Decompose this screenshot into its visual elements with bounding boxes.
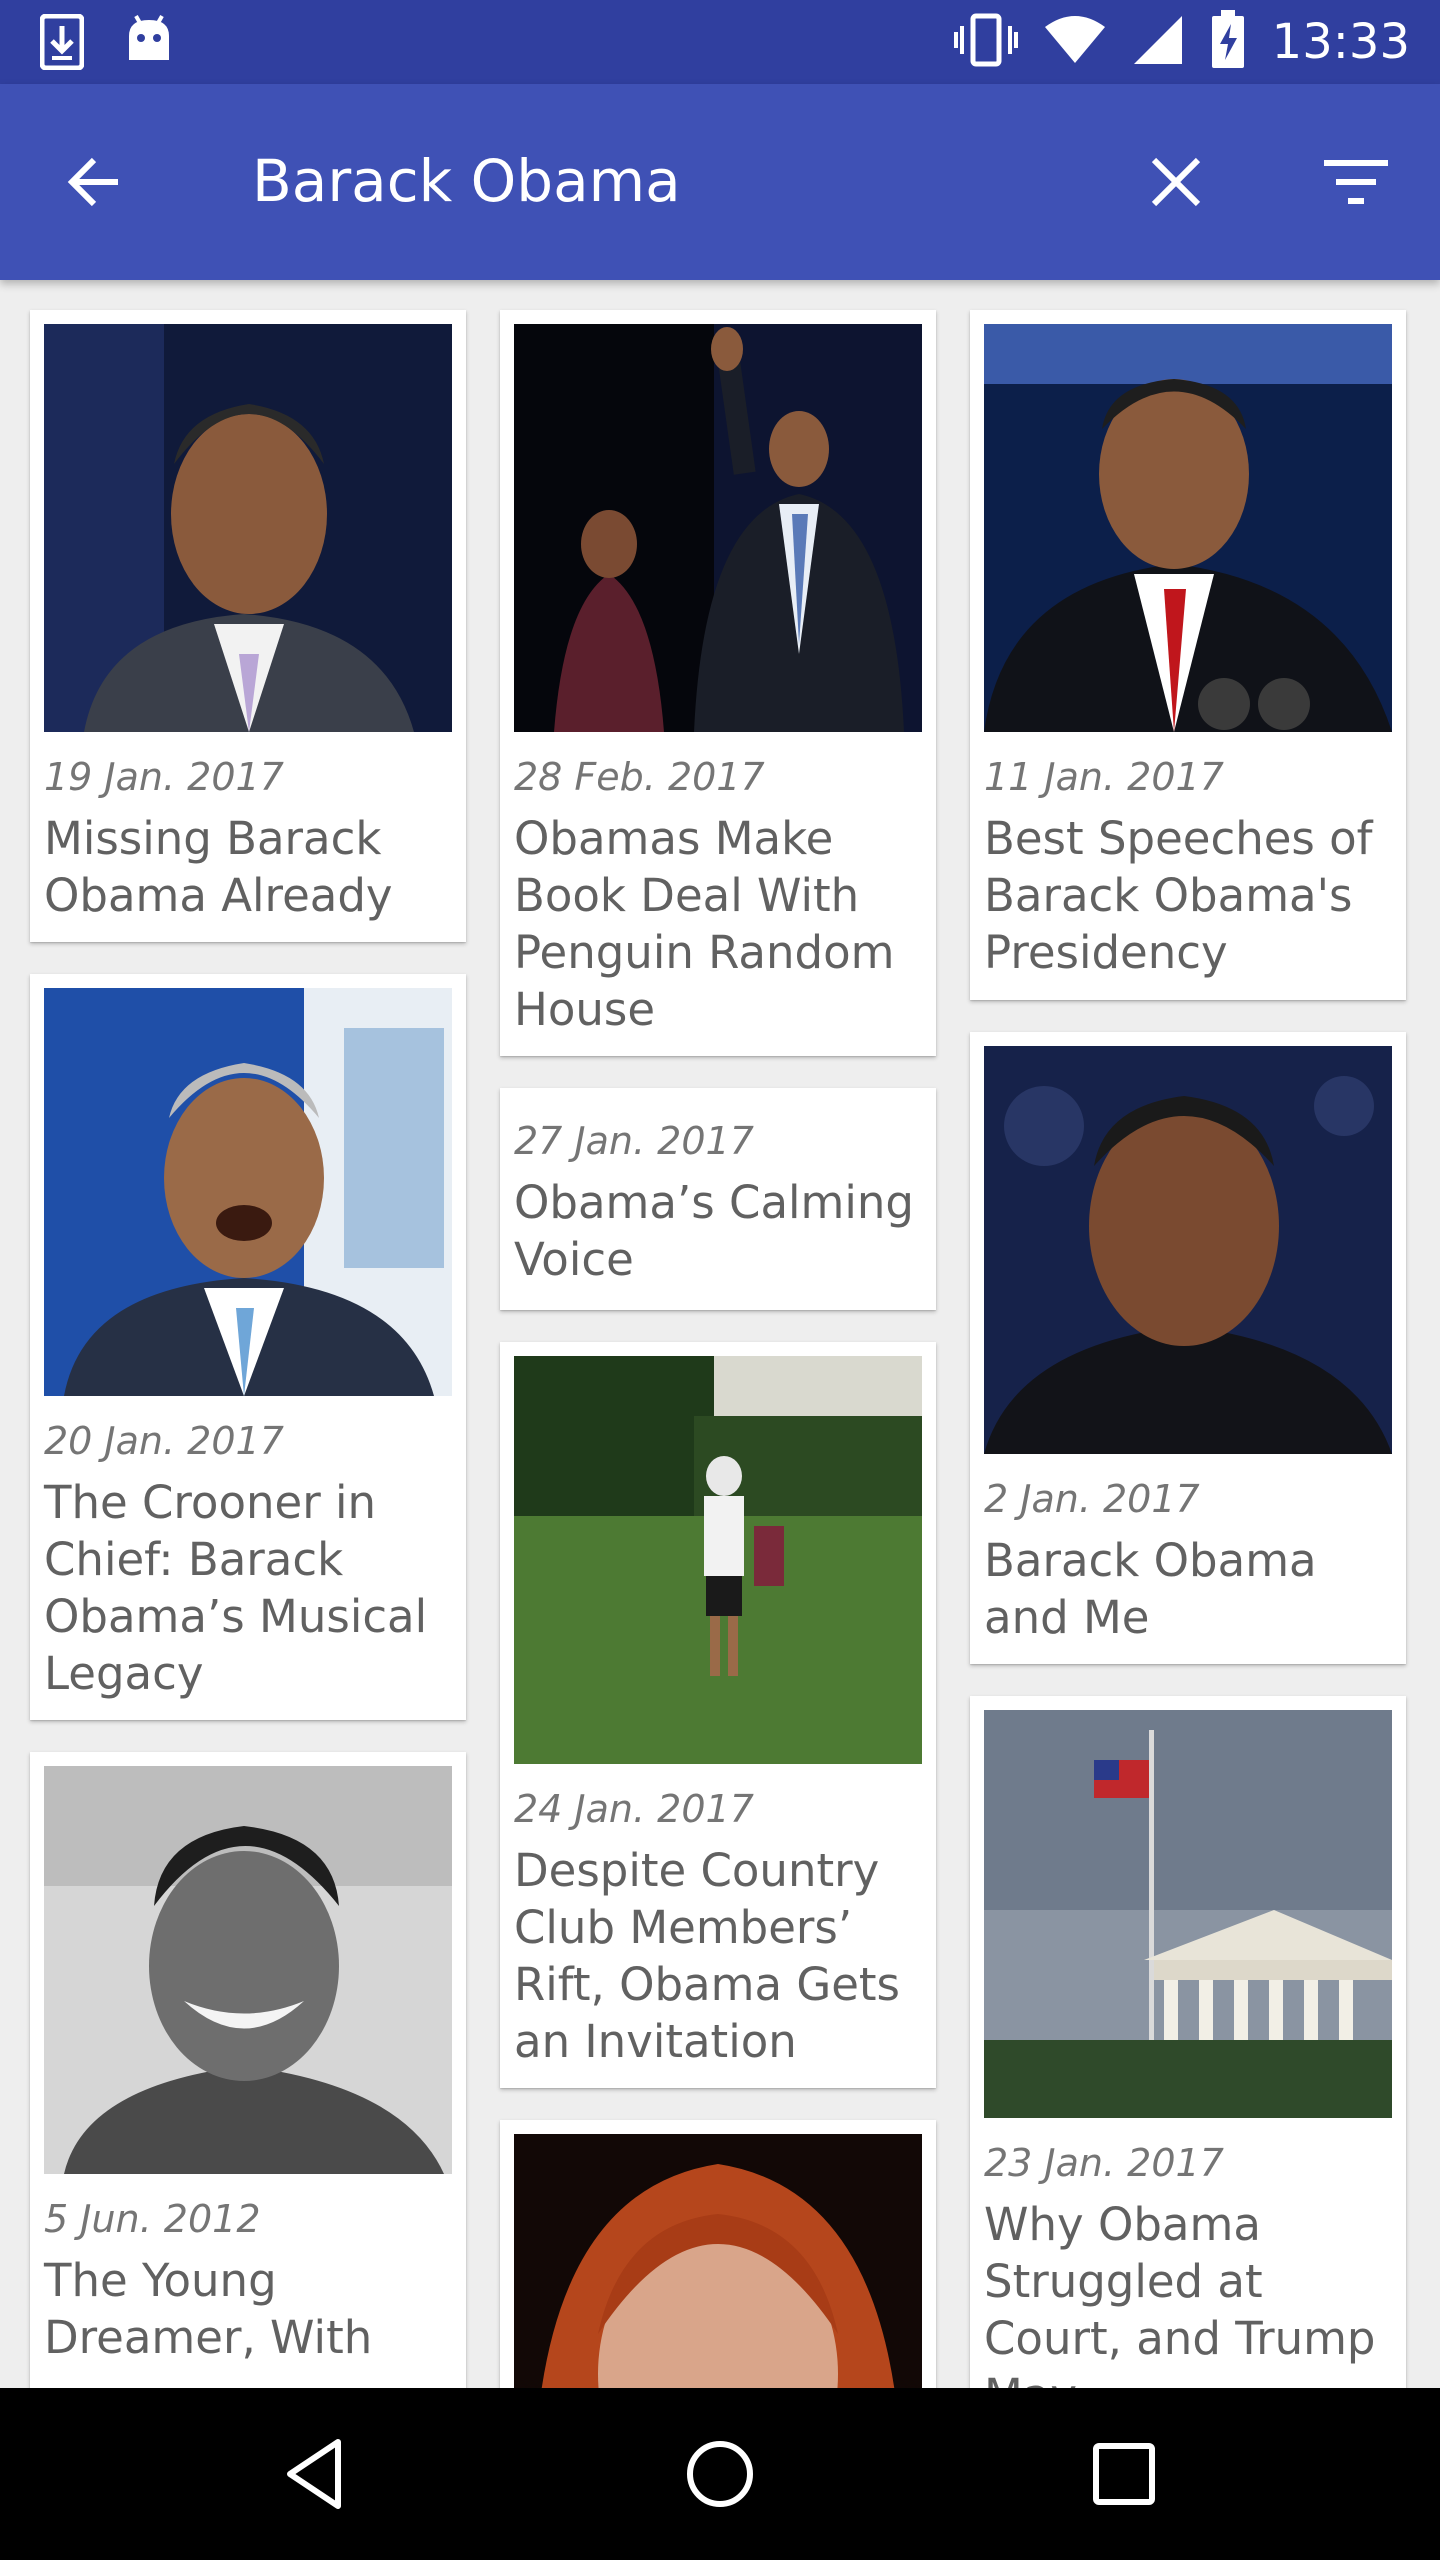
article-title: Obama’s Calming Voice	[514, 1175, 914, 1286]
article-card[interactable]: 11 Jan. 2017 Best Speeches of Barack Oba…	[970, 310, 1406, 1000]
article-title: The Young Dreamer, With	[44, 2253, 373, 2364]
article-title: The Crooner in Chief: Barack Obama’s Mus…	[44, 1475, 428, 1700]
clock-time: 13:33	[1271, 14, 1410, 70]
article-card[interactable]: 19 Jan. 2017 Missing Barack Obama Alread…	[30, 310, 466, 942]
article-grid: 19 Jan. 2017 Missing Barack Obama Alread…	[0, 280, 1440, 2388]
article-card[interactable]: 24 Jan. 2017 Despite Country Club Member…	[500, 1342, 936, 2088]
article-card[interactable]: 5 Jun. 2012 The Young Dreamer, With	[30, 1752, 466, 2388]
article-title: Why Obama Struggled at Court, and Trump …	[984, 2197, 1376, 2388]
article-date: 2 Jan. 2017	[984, 1477, 1200, 1521]
filter-icon	[1320, 160, 1392, 222]
article-date: 5 Jun. 2012	[44, 2197, 261, 2241]
filter-button[interactable]	[1320, 146, 1392, 218]
nav-recents-button[interactable]	[1084, 2434, 1164, 2514]
article-card[interactable]: 20 Jan. 2017 The Crooner in Chief: Barac…	[30, 974, 466, 1720]
vibrate-icon	[953, 12, 1018, 72]
article-card[interactable]: 27 Jan. 2017 Obama’s Calming Voice	[500, 1088, 936, 1310]
wifi-icon	[1044, 15, 1106, 69]
article-title: Barack Obama and Me	[984, 1533, 1317, 1644]
article-date: 23 Jan. 2017	[984, 2141, 1224, 2185]
article-date: 19 Jan. 2017	[44, 755, 284, 799]
article-thumbnail	[514, 2134, 922, 2388]
article-card[interactable]: 28 Feb. 2017 Obamas Make Book Deal With …	[500, 310, 936, 1056]
article-card[interactable]	[500, 2120, 936, 2388]
article-title: Obamas Make Book Deal With Penguin Rando…	[514, 811, 895, 1036]
article-title: Despite Country Club Members’ Rift, Obam…	[514, 1843, 900, 2068]
article-thumbnail	[514, 324, 922, 732]
signal-icon	[1132, 14, 1184, 70]
article-date: 20 Jan. 2017	[44, 1419, 284, 1463]
article-thumbnail	[44, 1766, 452, 2174]
search-app-bar: Barack Obama	[0, 84, 1440, 280]
android-icon	[126, 14, 172, 74]
download-icon	[39, 13, 85, 74]
article-date: 11 Jan. 2017	[984, 755, 1224, 799]
battery-charging-icon	[1210, 10, 1246, 74]
article-date: 27 Jan. 2017	[514, 1119, 754, 1163]
article-card[interactable]: 2 Jan. 2017 Barack Obama and Me	[970, 1032, 1406, 1664]
article-card[interactable]: 23 Jan. 2017 Why Obama Struggled at Cour…	[970, 1696, 1406, 2388]
back-button[interactable]	[60, 146, 132, 218]
status-bar: 13:33	[0, 0, 1440, 84]
article-thumbnail	[44, 988, 452, 1396]
article-date: 24 Jan. 2017	[514, 1787, 754, 1831]
search-query-field[interactable]: Barack Obama	[252, 144, 681, 219]
article-thumbnail	[514, 1356, 922, 1764]
recents-square-icon	[1084, 2443, 1164, 2518]
article-title: Best Speeches of Barack Obama's Presiden…	[984, 811, 1373, 979]
article-thumbnail	[984, 1046, 1392, 1454]
article-date: 28 Feb. 2017	[514, 755, 765, 799]
arrow-back-icon	[60, 157, 132, 222]
article-thumbnail	[44, 324, 452, 732]
clear-search-button[interactable]	[1140, 146, 1212, 218]
back-triangle-icon	[276, 2439, 356, 2518]
article-thumbnail	[984, 1710, 1392, 2118]
nav-back-button[interactable]	[276, 2434, 356, 2514]
home-circle-icon	[680, 2441, 760, 2518]
close-icon	[1140, 157, 1212, 222]
system-navigation-bar	[0, 2388, 1440, 2560]
nav-home-button[interactable]	[680, 2434, 760, 2514]
article-thumbnail	[984, 324, 1392, 732]
article-title: Missing Barack Obama Already	[44, 811, 393, 922]
